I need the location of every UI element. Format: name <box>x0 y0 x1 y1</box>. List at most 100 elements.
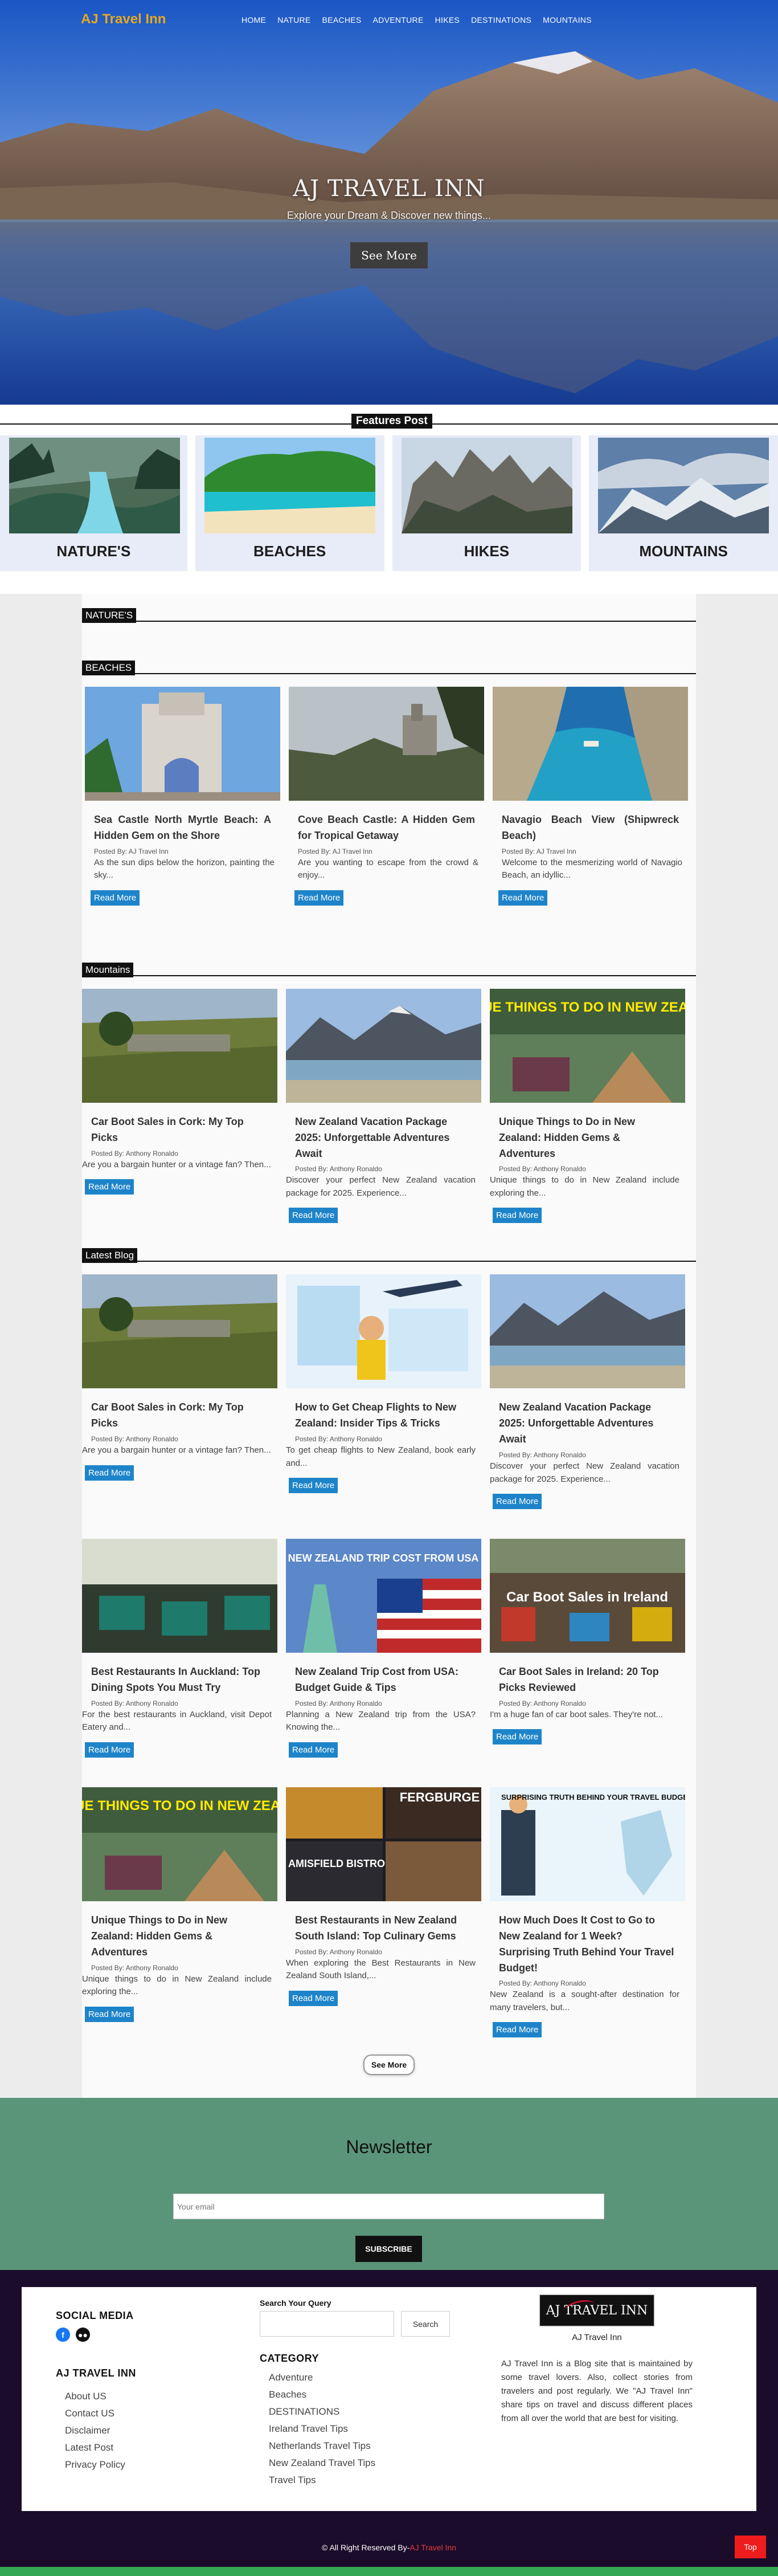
post-image-overlay-text: UNIQUE THINGS TO DO IN NEW ZEALAND <box>82 1798 277 1813</box>
post-excerpt: New Zealand is a sought-after destinatio… <box>490 1990 679 2012</box>
footer: SOCIAL MEDIA f ●● AJ TRAVEL INN About US… <box>0 2270 778 2567</box>
post-image[interactable]: SURPRISING TRUTH BEHIND YOUR TRAVEL BUDG… <box>490 1787 685 1901</box>
read-more-button[interactable]: Read More <box>85 1179 134 1195</box>
post-title[interactable]: How Much Does It Cost to Go to New Zeala… <box>499 1913 676 1976</box>
read-more-button[interactable]: Read More <box>493 1729 542 1745</box>
search-button[interactable]: Search <box>401 2311 450 2337</box>
post-image[interactable]: UNIQUE THINGS TO DO IN NEW ZEALAND <box>490 988 685 1103</box>
post-image[interactable]: FERGBURGE AMISFIELD BISTRO <box>286 1787 481 1901</box>
footer-link-disclaimer[interactable]: Disclaimer <box>65 2422 249 2439</box>
newsletter-email-input[interactable] <box>173 2194 604 2220</box>
post-image[interactable]: Car Boot Sales in Ireland <box>490 1539 685 1653</box>
post-title[interactable]: New Zealand Trip Cost from USA: Budget G… <box>295 1664 472 1696</box>
menu-item-adventure[interactable]: ADVENTURE <box>373 15 424 25</box>
post-image[interactable] <box>490 1274 685 1389</box>
post-title[interactable]: Best Restaurants In Auckland: Top Dining… <box>91 1664 268 1696</box>
feature-card-beaches[interactable]: BEACHES <box>195 435 384 571</box>
post-image[interactable] <box>286 988 481 1103</box>
menu-item-destinations[interactable]: DESTINATIONS <box>471 15 531 25</box>
feature-card-nature[interactable]: NATURE'S <box>0 435 187 571</box>
hero-see-more-button[interactable]: See More <box>350 242 428 268</box>
subscribe-button[interactable]: SUBSCRIBE <box>355 2236 422 2263</box>
read-more-button[interactable]: Read More <box>289 1208 338 1224</box>
read-more-button[interactable]: Read More <box>294 890 344 906</box>
copyright-text: © All Right Reserved By-AJ Travel Inn <box>0 2543 778 2552</box>
see-more-button[interactable]: See More <box>363 2055 415 2076</box>
footer-link-privacy[interactable]: Privacy Policy <box>65 2456 249 2473</box>
post-card: New Zealand Vacation Package 2025: Unfor… <box>490 1274 685 1510</box>
post-card: Navagio Beach View (Shipwreck Beach) Pos… <box>493 687 688 906</box>
read-more-button[interactable]: Read More <box>493 1208 542 1224</box>
footer-link-latest-post[interactable]: Latest Post <box>65 2439 249 2456</box>
post-card: Car Boot Sales in Cork: My Top Picks Pos… <box>82 988 277 1224</box>
post-title[interactable]: New Zealand Vacation Package 2025: Unfor… <box>499 1400 676 1448</box>
post-author: Posted By: Anthony Ronaldo <box>499 1979 586 1988</box>
read-more-button[interactable]: Read More <box>289 1990 338 2006</box>
post-title[interactable]: Car Boot Sales in Cork: My Top Picks <box>91 1400 268 1432</box>
post-image[interactable] <box>493 687 688 801</box>
menu-item-nature[interactable]: NATURE <box>277 15 310 25</box>
back-to-top-button[interactable]: Top <box>735 2536 766 2559</box>
category-item[interactable]: Ireland Travel Tips <box>269 2420 488 2438</box>
read-more-button[interactable]: Read More <box>85 2006 134 2022</box>
post-title[interactable]: Best Restaurants in New Zealand South Is… <box>295 1913 472 1945</box>
read-more-button[interactable]: Read More <box>289 1478 338 1494</box>
read-more-button[interactable]: Read More <box>289 1742 338 1758</box>
post-author: Posted By: Anthony Ronaldo <box>295 1435 382 1444</box>
menu-item-home[interactable]: HOME <box>241 15 266 25</box>
section-divider <box>82 1261 696 1262</box>
post-image[interactable] <box>289 687 484 801</box>
menu-item-beaches[interactable]: BEACHES <box>322 15 362 25</box>
menu-item-hikes[interactable]: HIKES <box>435 15 460 25</box>
post-title[interactable]: Unique Things to Do in New Zealand: Hidd… <box>499 1114 676 1162</box>
feature-card-hikes[interactable]: HIKES <box>392 435 582 571</box>
post-image[interactable] <box>82 1274 277 1389</box>
read-more-button[interactable]: Read More <box>493 1494 542 1510</box>
copyright-brand-link[interactable]: AJ Travel Inn <box>410 2543 456 2552</box>
site-logo[interactable]: AJ Travel Inn <box>81 11 166 27</box>
post-image[interactable]: UNIQUE THINGS TO DO IN NEW ZEALAND <box>82 1787 277 1901</box>
main-content: NATURE'S BEACHES Sea Castle North Myrtle… <box>0 594 778 2098</box>
post-excerpt: Are you wanting to escape from the crowd… <box>298 857 478 881</box>
search-input[interactable] <box>260 2311 394 2337</box>
read-more-button[interactable]: Read More <box>85 1465 134 1481</box>
post-title[interactable]: Navagio Beach View (Shipwreck Beach) <box>502 812 679 844</box>
post-image[interactable] <box>286 1274 481 1389</box>
beaches-grid: Sea Castle North Myrtle Beach: A Hidden … <box>82 687 696 906</box>
read-more-button[interactable]: Read More <box>91 890 140 906</box>
post-image[interactable] <box>82 1539 277 1653</box>
feature-card-mountains[interactable]: MOUNTAINS <box>589 435 778 571</box>
post-image[interactable] <box>85 687 280 801</box>
post-title[interactable]: Car Boot Sales in Ireland: 20 Top Picks … <box>499 1664 676 1696</box>
category-item[interactable]: DESTINATIONS <box>269 2403 488 2420</box>
post-author: Posted By: Anthony Ronaldo <box>91 1435 178 1444</box>
menu-item-mountains[interactable]: MOUNTAINS <box>543 15 592 25</box>
post-title[interactable]: Unique Things to Do in New Zealand: Hidd… <box>91 1913 268 1960</box>
post-image[interactable] <box>82 988 277 1103</box>
read-more-button[interactable]: Read More <box>493 2022 542 2038</box>
medium-icon[interactable]: ●● <box>76 2328 90 2342</box>
footer-link-about[interactable]: About US <box>65 2388 249 2405</box>
footer-link-contact[interactable]: Contact US <box>65 2405 249 2422</box>
post-title[interactable]: New Zealand Vacation Package 2025: Unfor… <box>295 1114 472 1162</box>
category-item[interactable]: Travel Tips <box>269 2472 488 2489</box>
post-author: Posted By: Anthony Ronaldo <box>295 1699 382 1707</box>
post-title[interactable]: Car Boot Sales in Cork: My Top Picks <box>91 1114 268 1146</box>
read-more-button[interactable]: Read More <box>85 1742 134 1758</box>
read-more-button[interactable]: Read More <box>498 890 548 906</box>
post-title[interactable]: Cove Beach Castle: A Hidden Gem for Trop… <box>298 812 475 844</box>
post-image[interactable]: NEW ZEALAND TRIP COST FROM USA <box>286 1539 481 1653</box>
post-excerpt: When exploring the Best Restaurants in N… <box>286 1958 476 1981</box>
post-title[interactable]: How to Get Cheap Flights to New Zealand:… <box>295 1400 472 1432</box>
facebook-icon[interactable]: f <box>56 2328 70 2342</box>
category-item[interactable]: New Zealand Travel Tips <box>269 2455 488 2472</box>
category-item[interactable]: Beaches <box>269 2386 488 2403</box>
feature-nature-caption: NATURE'S <box>56 543 131 560</box>
post-title[interactable]: Sea Castle North Myrtle Beach: A Hidden … <box>94 812 271 844</box>
category-item[interactable]: Netherlands Travel Tips <box>269 2438 488 2455</box>
footer-logo[interactable]: AJ TRAVEL INN <box>539 2294 655 2328</box>
footer-logo-text: AJ TRAVEL INN <box>546 2303 648 2318</box>
category-item[interactable]: Adventure <box>269 2369 488 2386</box>
newsletter-title: Newsletter <box>346 2137 432 2158</box>
section-divider <box>82 975 696 976</box>
